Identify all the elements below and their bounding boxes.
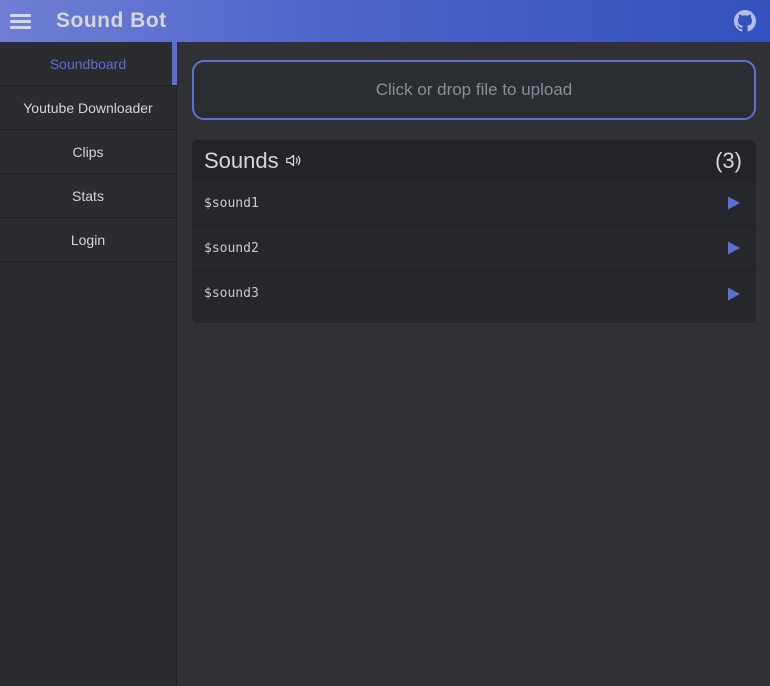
sound-row[interactable]: $sound2 [192, 226, 756, 271]
sidebar-item-login[interactable]: Login [0, 218, 176, 262]
dropzone-label: Click or drop file to upload [376, 80, 573, 100]
sidebar-item-label: Soundboard [50, 56, 126, 72]
play-icon [727, 196, 741, 210]
github-icon[interactable] [734, 10, 756, 32]
sidebar: Soundboard Youtube Downloader Clips Stat… [0, 42, 177, 686]
menu-icon[interactable] [10, 10, 36, 32]
play-button[interactable] [726, 195, 742, 211]
app-title: Sound Bot [56, 9, 167, 33]
sound-row[interactable]: $sound1 [192, 181, 756, 226]
sidebar-item-label: Clips [72, 144, 103, 160]
sound-row[interactable]: $sound3 [192, 271, 756, 316]
play-button[interactable] [726, 240, 742, 256]
play-icon [727, 287, 741, 301]
sound-name: $sound1 [204, 196, 259, 211]
play-icon [727, 241, 741, 255]
main-content: Click or drop file to upload Sounds (3) … [177, 42, 770, 686]
sidebar-item-label: Stats [72, 188, 104, 204]
play-button[interactable] [726, 286, 742, 302]
sidebar-item-label: Login [71, 232, 105, 248]
sounds-panel-header: Sounds (3) [192, 140, 756, 181]
speaker-icon [284, 151, 303, 170]
sound-name: $sound2 [204, 241, 259, 256]
sounds-title: Sounds [204, 148, 279, 174]
sidebar-item-stats[interactable]: Stats [0, 174, 176, 218]
app-header: Sound Bot [0, 0, 770, 42]
file-upload-dropzone[interactable]: Click or drop file to upload [192, 60, 756, 120]
sidebar-item-soundboard[interactable]: Soundboard [0, 42, 176, 86]
sounds-count: (3) [715, 148, 742, 174]
sidebar-item-clips[interactable]: Clips [0, 130, 176, 174]
sidebar-item-label: Youtube Downloader [23, 100, 152, 116]
sound-name: $sound3 [204, 286, 259, 301]
sidebar-item-youtube-downloader[interactable]: Youtube Downloader [0, 86, 176, 130]
sounds-panel: Sounds (3) $sound1 $sound2 [192, 140, 756, 323]
